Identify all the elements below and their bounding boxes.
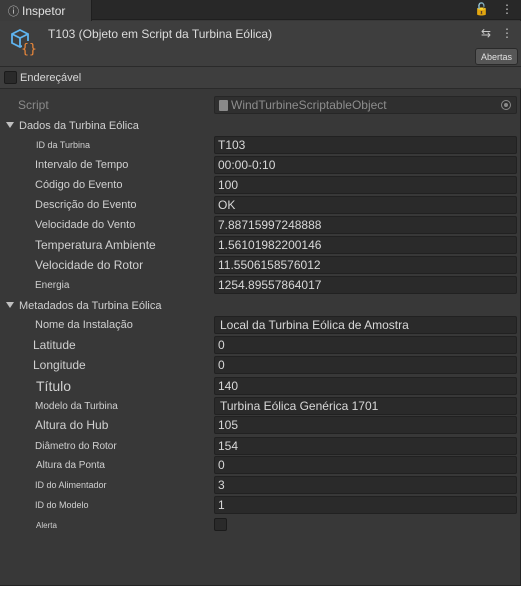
field-row: Velocidade do Vento 7.88715997248888: [0, 215, 521, 235]
field-label: Código do Evento: [35, 179, 123, 191]
field-label: Nome da Instalação: [35, 319, 133, 331]
field-row: Título 140: [0, 376, 521, 396]
tab-bar: ⓘ Inspetor 🔓 ⋮: [0, 0, 521, 21]
field-label: Velocidade do Rotor: [35, 258, 144, 272]
field-label: Temperatura Ambiente: [35, 238, 156, 252]
field-label: Alerta: [36, 520, 57, 530]
tip-height-field[interactable]: 0: [214, 456, 517, 474]
object-picker-icon[interactable]: [501, 100, 511, 110]
object-title: T103 (Objeto em Script da Turbina Eólica…: [48, 27, 273, 41]
field-row: Diâmetro do Rotor 154: [0, 436, 521, 456]
script-row: Script WindTurbineScriptableObject: [0, 95, 521, 115]
field-row: Intervalo de Tempo 00:00-0:10: [0, 155, 521, 175]
title-field[interactable]: 140: [214, 377, 517, 395]
field-row: Nome da Instalação Local da Turbina Eóli…: [0, 315, 521, 335]
field-label: ID do Modelo: [35, 500, 89, 510]
tab-tools: 🔓 ⋮: [474, 2, 513, 16]
event-description-field[interactable]: OK: [214, 196, 517, 214]
field-label: Longitude: [33, 358, 86, 372]
event-code-field[interactable]: 100: [214, 176, 517, 194]
field-row: Altura do Hub 105: [0, 415, 521, 435]
header-tools: ⇆ ⋮: [481, 26, 513, 40]
ambient-temperature-field[interactable]: 1.56101982200146: [214, 236, 517, 254]
foldout-arrow-icon[interactable]: [6, 122, 14, 128]
field-row: Velocidade do Rotor 11.5506158576012: [0, 255, 521, 275]
field-row: Energia 1254.89557864017: [0, 275, 521, 295]
feeder-id-field[interactable]: 3: [214, 476, 517, 494]
foldout-label: Dados da Turbina Eólica: [19, 120, 139, 132]
addressable-checkbox[interactable]: [4, 71, 17, 84]
latitude-field[interactable]: 0: [214, 336, 517, 354]
field-row: Temperatura Ambiente 1.56101982200146: [0, 235, 521, 255]
field-label: Altura do Hub: [35, 418, 109, 432]
script-file-icon: [219, 99, 228, 111]
object-header: {} T103 (Objeto em Script da Turbina Eól…: [0, 21, 521, 67]
open-button[interactable]: Abertas: [474, 48, 518, 65]
field-label: Descrição do Evento: [35, 199, 137, 211]
field-label: ID do Alimentador: [35, 480, 107, 490]
field-label: Velocidade do Vento: [35, 219, 136, 231]
field-row: Descrição do Evento OK: [0, 195, 521, 215]
turbine-id-field[interactable]: T103: [214, 136, 517, 154]
time-interval-field[interactable]: 00:00-0:10: [214, 156, 517, 174]
foldout-turbine-data[interactable]: Dados da Turbina Eólica: [0, 116, 521, 136]
model-id-field[interactable]: 1: [214, 496, 517, 514]
field-label: Título: [36, 378, 72, 394]
foldout-label: Metadados da Turbina Eólica: [19, 300, 162, 312]
turbine-model-field[interactable]: Turbina Eólica Genérica 1701: [214, 397, 517, 415]
field-row: ID do Modelo 1: [0, 495, 521, 515]
field-row: Latitude 0: [0, 335, 521, 355]
alert-checkbox[interactable]: [214, 518, 227, 531]
more-vertical-icon[interactable]: ⋮: [501, 2, 513, 16]
foldout-arrow-icon[interactable]: [6, 302, 14, 308]
more-vertical-icon[interactable]: ⋮: [501, 26, 513, 40]
field-label: Intervalo de Tempo: [35, 159, 129, 171]
field-label: Altura da Ponta: [36, 459, 105, 471]
tab-inspector[interactable]: ⓘ Inspetor: [0, 0, 92, 21]
info-icon: ⓘ: [8, 5, 19, 18]
field-label: Latitude: [33, 338, 76, 352]
field-row: ID da Turbina T103: [0, 135, 521, 155]
longitude-field[interactable]: 0: [214, 356, 517, 374]
field-row: Altura da Ponta 0: [0, 455, 521, 475]
rotor-speed-field[interactable]: 11.5506158576012: [214, 256, 517, 274]
rotor-diameter-field[interactable]: 154: [214, 437, 517, 455]
site-name-field[interactable]: Local da Turbina Eólica de Amostra: [214, 316, 517, 334]
script-value: WindTurbineScriptableObject: [231, 98, 387, 112]
hub-height-field[interactable]: 105: [214, 416, 517, 434]
field-label: Energia: [35, 279, 70, 291]
addressable-label: Endereçável: [20, 72, 82, 84]
tab-label: Inspetor: [22, 3, 66, 18]
power-field[interactable]: 1254.89557864017: [214, 276, 517, 294]
script-label: Script: [18, 98, 49, 112]
addressable-row: Endereçável: [0, 67, 521, 89]
field-label: Diâmetro do Rotor: [35, 440, 117, 452]
field-label: Modelo da Turbina: [35, 400, 118, 412]
field-row: Modelo da Turbina Turbina Eólica Genéric…: [0, 396, 521, 416]
script-field[interactable]: WindTurbineScriptableObject: [214, 96, 517, 114]
wind-speed-field[interactable]: 7.88715997248888: [214, 216, 517, 234]
field-row: Código do Evento 100: [0, 175, 521, 195]
field-row: Alerta: [0, 515, 521, 535]
scriptable-object-icon: {}: [11, 28, 37, 57]
svg-text:{}: {}: [21, 42, 37, 57]
field-row: Longitude 0: [0, 355, 521, 375]
adjust-icon[interactable]: ⇆: [481, 26, 491, 40]
field-row: ID do Alimentador 3: [0, 475, 521, 495]
foldout-turbine-metadata[interactable]: Metadados da Turbina Eólica: [0, 296, 521, 316]
lock-icon[interactable]: 🔓: [474, 2, 489, 16]
field-label: ID da Turbina: [36, 140, 91, 150]
inspector-panel: ⓘ Inspetor 🔓 ⋮ {} T103 (Objeto em Script…: [0, 0, 521, 586]
